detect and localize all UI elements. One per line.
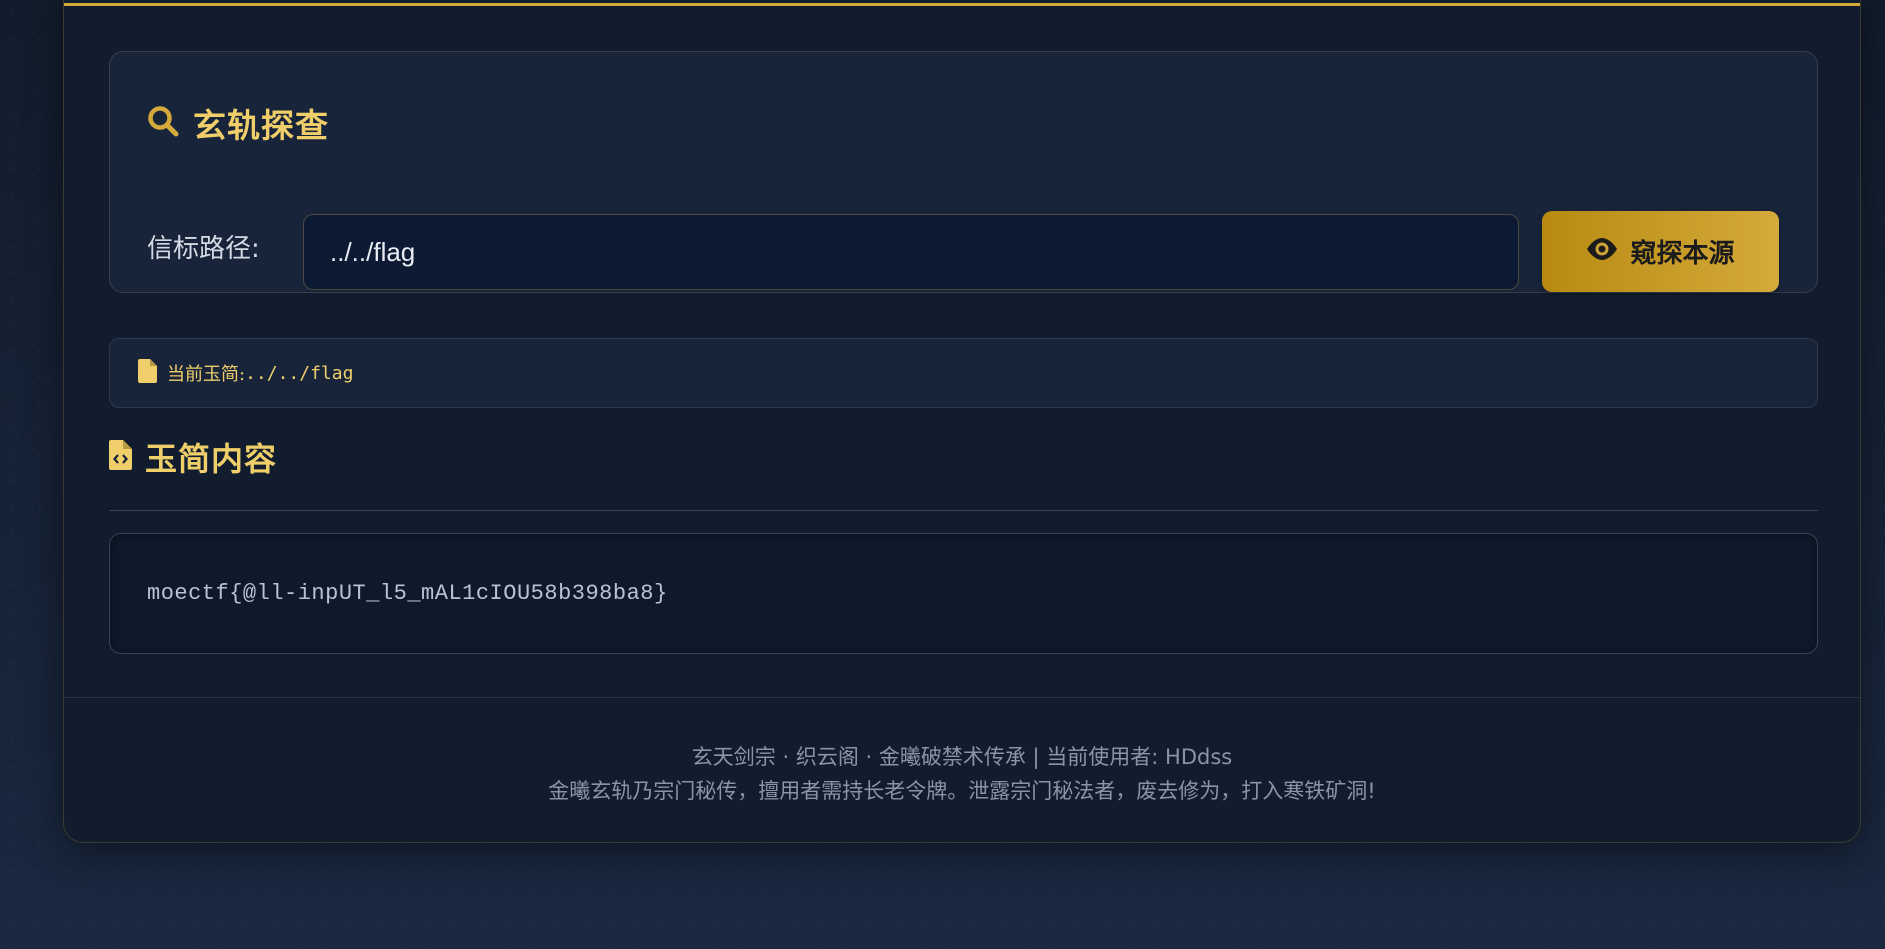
content-output: moectf{@ll-inpUT_l5_mAL1cIOU58b398ba8} bbox=[109, 533, 1818, 654]
current-file-label: 当前玉简: bbox=[167, 364, 246, 385]
file-code-icon bbox=[109, 440, 132, 474]
current-file-value: ../../flag bbox=[245, 362, 354, 384]
content-header: 玉简内容 bbox=[109, 432, 277, 482]
path-input[interactable] bbox=[303, 214, 1519, 290]
content-title: 玉简内容 bbox=[145, 440, 278, 478]
footer-info: 玄天剑宗 · 织云阁 · 金曦破禁术传承 | 当前使用者: HDdss bbox=[691, 745, 1233, 769]
search-title: 玄轨探查 bbox=[193, 106, 329, 145]
footer-warning: 金曦玄轨乃宗门秘传，擅用者需持长老令牌。泄露宗门秘法者，废去修为，打入寒铁矿洞! bbox=[548, 779, 1376, 803]
probe-button[interactable]: 窥探本源 bbox=[1542, 211, 1779, 292]
eye-icon bbox=[1586, 236, 1618, 267]
content-text: moectf{@ll-inpUT_l5_mAL1cIOU58b398ba8} bbox=[147, 581, 668, 606]
probe-button-label: 窥探本源 bbox=[1630, 238, 1735, 268]
current-file-bar: 当前玉简: ../../flag bbox=[109, 338, 1818, 408]
search-icon bbox=[147, 105, 179, 141]
file-icon bbox=[138, 359, 157, 387]
top-accent-line bbox=[64, 3, 1860, 6]
search-panel-title: 玄轨探查 bbox=[147, 98, 329, 148]
main-container: 玄轨探查 信标路径: 窥探本源 当前玉简: ../../flag bbox=[63, 0, 1861, 843]
path-label: 信标路径: bbox=[147, 234, 260, 264]
footer-divider bbox=[64, 697, 1860, 698]
search-panel: 玄轨探查 信标路径: 窥探本源 bbox=[109, 51, 1818, 293]
content-divider bbox=[109, 510, 1818, 511]
